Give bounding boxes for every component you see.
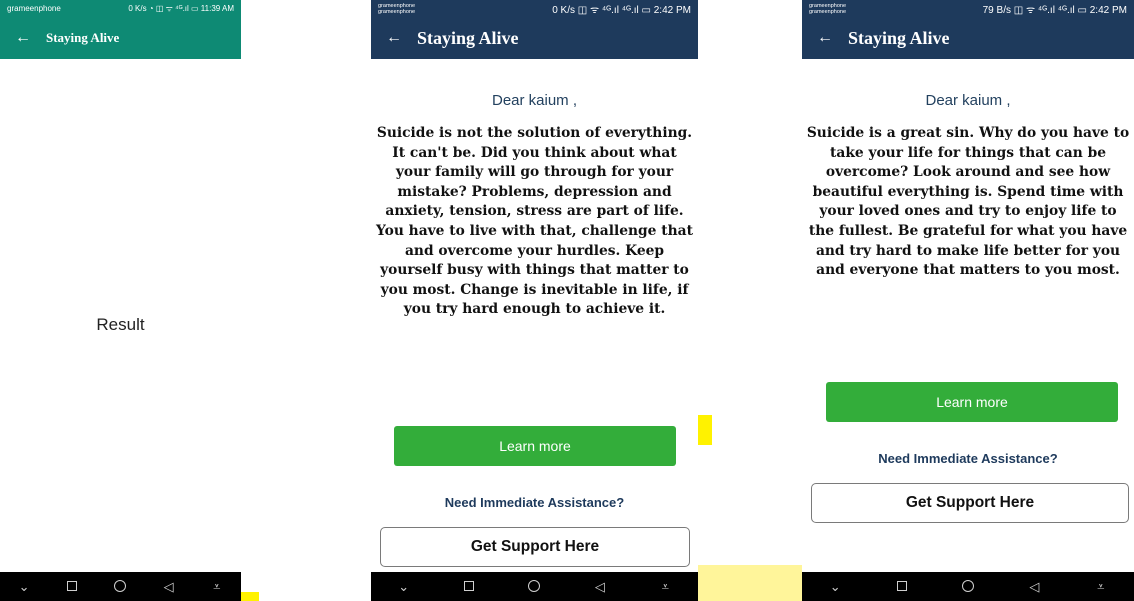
carrier-line: grameenphone (378, 8, 416, 15)
download-icon[interactable]: ⩡ (1090, 580, 1112, 593)
learn-more-button[interactable]: Learn more (394, 426, 676, 466)
circle-icon[interactable] (523, 579, 545, 594)
chevron-down-icon[interactable]: ⌄ (393, 580, 415, 593)
decorative-stripe (698, 415, 712, 445)
motivational-message: Suicide is not the solution of everythin… (376, 125, 693, 318)
arrow-left-icon[interactable]: ← (0, 29, 46, 47)
carrier-name: grameenphone grameenphone (378, 3, 415, 15)
need-assistance-label: Need Immediate Assistance? (878, 451, 1058, 466)
triangle-back-icon[interactable]: ◁ (1023, 580, 1045, 593)
carrier-name: grameenphone grameenphone (809, 3, 846, 15)
phone-screen-result: grameenphone 0 K/s ◔ ◫ ᯤ ⁴ᴳ.ıl ▭ 11:39 A… (0, 0, 241, 601)
learn-more-button[interactable]: Learn more (826, 382, 1118, 422)
system-nav-bar: ⌄ ◁ ⩡ (0, 572, 241, 601)
arrow-left-icon[interactable]: ← (802, 29, 848, 47)
carrier-line: grameenphone (809, 8, 847, 15)
triangle-back-icon[interactable]: ◁ (589, 580, 611, 593)
result-label: Result (96, 315, 145, 334)
get-support-button[interactable]: Get Support Here (811, 483, 1129, 523)
triangle-back-icon[interactable]: ◁ (158, 580, 180, 593)
status-bar: grameenphone grameenphone 79 B/s ◫ ᯤ ⁴ᴳ.… (802, 0, 1134, 17)
download-icon[interactable]: ⩡ (206, 580, 228, 593)
download-icon[interactable]: ⩡ (654, 580, 676, 593)
phone-screen-message-1: grameenphone grameenphone 0 K/s ◫ ᯤ ⁴ᴳ.ı… (371, 0, 698, 601)
square-icon[interactable] (61, 580, 83, 593)
motivational-message: Suicide is a great sin. Why do you have … (806, 125, 1130, 279)
status-bar: grameenphone 0 K/s ◔ ◫ ᯤ ⁴ᴳ.ıl ▭ 11:39 A… (0, 0, 241, 17)
app-bar: ← Staying Alive (371, 17, 698, 59)
status-indicators: 79 B/s ◫ ᯤ ⁴ᴳ.ıl ⁴ᴳ.ıl ▭ 2:42 PM (982, 4, 1127, 16)
square-icon[interactable] (891, 580, 913, 593)
app-bar: ← Staying Alive (802, 17, 1134, 59)
status-indicators: 0 K/s ◫ ᯤ ⁴ᴳ.ıl ⁴ᴳ.ıl ▭ 2:42 PM (552, 4, 691, 16)
carrier-line: grameenphone (378, 2, 416, 9)
chevron-down-icon[interactable]: ⌄ (824, 580, 846, 593)
get-support-button[interactable]: Get Support Here (380, 527, 690, 567)
greeting-text: Dear kaium , (491, 92, 578, 109)
system-nav-bar: ⌄ ◁ ⩡ (802, 572, 1134, 601)
arrow-left-icon[interactable]: ← (371, 29, 417, 47)
circle-icon[interactable] (957, 579, 979, 594)
need-assistance-label: Need Immediate Assistance? (444, 495, 625, 510)
app-title: Staying Alive (417, 27, 519, 48)
decorative-stripe (241, 592, 259, 601)
carrier-name: grameenphone (7, 3, 61, 13)
system-nav-bar: ⌄ ◁ ⩡ (371, 572, 698, 601)
status-bar: grameenphone grameenphone 0 K/s ◫ ᯤ ⁴ᴳ.ı… (371, 0, 698, 17)
status-indicators: 0 K/s ◔ ◫ ᯤ ⁴ᴳ.ıl ▭ 11:39 AM (128, 4, 234, 13)
circle-icon[interactable] (109, 579, 131, 594)
app-title: Staying Alive (848, 27, 950, 48)
decorative-stripe (698, 565, 802, 601)
greeting-text: Dear kaium , (925, 92, 1011, 109)
phone-screen-message-2: grameenphone grameenphone 79 B/s ◫ ᯤ ⁴ᴳ.… (802, 0, 1134, 601)
carrier-line: grameenphone (809, 2, 847, 9)
app-bar: ← Staying Alive (0, 17, 241, 59)
app-title: Staying Alive (46, 30, 120, 45)
square-icon[interactable] (458, 580, 480, 593)
chevron-down-icon[interactable]: ⌄ (13, 580, 35, 593)
